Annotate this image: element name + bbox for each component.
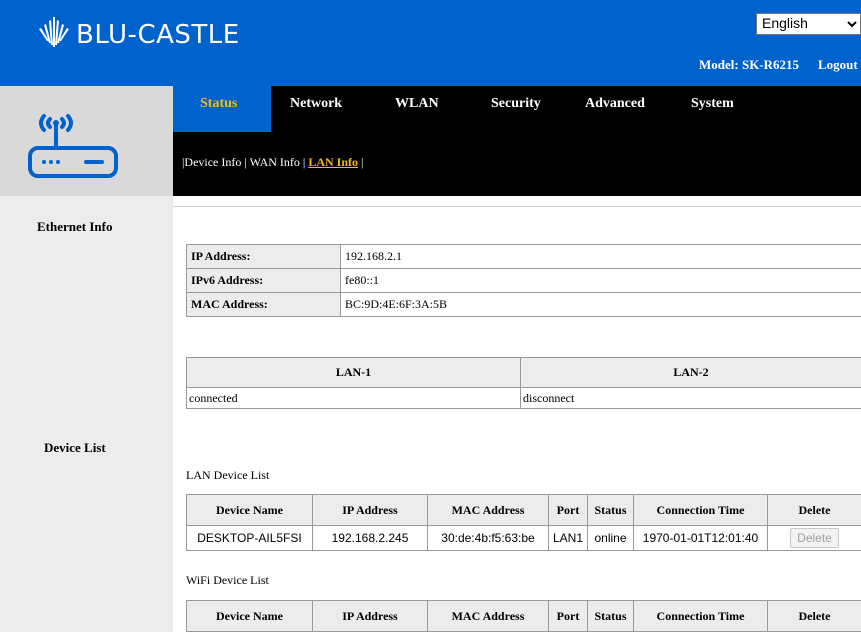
wifi-device-table: Device Name IP Address MAC Address Port … [186,600,861,632]
router-icon [28,114,118,178]
main-nav: Status Network WLAN Security Advanced Sy… [173,86,861,196]
content-area: IP Address: 192.168.2.1 IPv6 Address: fe… [173,206,861,632]
col-mac-address: MAC Address [427,494,549,526]
lan2-header: LAN-2 [520,357,861,388]
table-row: DESKTOP-AIL5FSI 192.168.2.245 30:de:4b:f… [186,525,861,551]
col-device-name: Device Name [186,494,313,526]
sidebar-ethernet-info: Ethernet Info [37,219,113,234]
ethernet-info-table: IP Address: 192.168.2.1 IPv6 Address: fe… [186,244,861,317]
mac-address-label: MAC Address: [186,292,341,317]
lan1-header: LAN-1 [186,357,521,388]
table-row: MAC Address: BC:9D:4E:6F:3A:5B [186,292,861,317]
device-name-cell: DESKTOP-AIL5FSI [186,525,313,551]
col-connection-time: Connection Time [633,494,768,526]
subnav-device-info[interactable]: Device Info [184,155,241,169]
tab-security[interactable]: Security [491,96,541,112]
table-row: connected disconnect [186,387,861,409]
col-port: Port [548,600,588,632]
subnav-wan-info[interactable]: WAN Info [250,155,300,169]
col-status: Status [587,600,634,632]
col-ip-address: IP Address [312,600,428,632]
tab-advanced[interactable]: Advanced [585,96,645,112]
ip-address-label: IP Address: [186,244,341,269]
table-row: IP Address: 192.168.2.1 [186,244,861,269]
ipv6-address-value: fe80::1 [340,268,861,293]
device-status-cell: online [587,525,634,551]
col-connection-time: Connection Time [633,600,768,632]
tab-network[interactable]: Network [290,96,342,112]
brand-name: BLU-CASTLE [76,20,240,50]
subnav-lan-info[interactable]: LAN Info [308,155,358,169]
wifi-device-list-title: WiFi Device List [186,573,269,587]
col-device-name: Device Name [186,600,313,632]
device-ip-cell: 192.168.2.245 [312,525,428,551]
sub-nav: |Device Info | WAN Info | LAN Info | [182,155,364,169]
table-row: IPv6 Address: fe80::1 [186,268,861,293]
sidebar-device-list: Device List [44,440,106,455]
brand-logo: BLU-CASTLE [34,14,240,50]
chevron-down-icon [847,21,857,28]
device-time-cell: 1970-01-01T12:01:40 [633,525,768,551]
castle-logo-icon [39,17,69,47]
col-port: Port [548,494,588,526]
logout-link[interactable]: Logout [818,57,858,73]
tab-wlan[interactable]: WLAN [395,96,439,112]
lan-port-table: LAN-1 LAN-2 connected disconnect [186,357,861,409]
col-mac-address: MAC Address [427,600,549,632]
lan-device-list-title: LAN Device List [186,468,270,482]
table-header-row: Device Name IP Address MAC Address Port … [186,494,861,526]
lan1-status: connected [186,387,521,409]
router-icon-panel [0,86,173,196]
language-value: English [762,15,808,31]
tab-system[interactable]: System [691,96,734,112]
model-label: Model: SK-R6215 [699,57,800,72]
sidebar: Ethernet Info Device List [0,196,173,632]
col-ip-address: IP Address [312,494,428,526]
col-delete: Delete [767,494,861,526]
table-header-row: Device Name IP Address MAC Address Port … [186,600,861,632]
ipv6-address-label: IPv6 Address: [186,268,341,293]
table-header-row: LAN-1 LAN-2 [186,357,861,388]
device-mac-cell: 30:de:4b:f5:63:be [427,525,549,551]
mac-address-value: BC:9D:4E:6F:3A:5B [340,292,861,317]
header-bar: BLU-CASTLE English Model: SK-R6215 Logou… [0,0,861,86]
tab-status[interactable]: Status [200,96,237,112]
delete-button[interactable]: Delete [790,528,839,548]
ip-address-value: 192.168.2.1 [340,244,861,269]
language-select[interactable]: English [756,13,861,35]
lan2-status: disconnect [520,387,861,409]
device-delete-cell: Delete [767,525,861,551]
col-status: Status [587,494,634,526]
device-port-cell: LAN1 [548,525,588,551]
col-delete: Delete [767,600,861,632]
lan-device-table: Device Name IP Address MAC Address Port … [186,494,861,551]
